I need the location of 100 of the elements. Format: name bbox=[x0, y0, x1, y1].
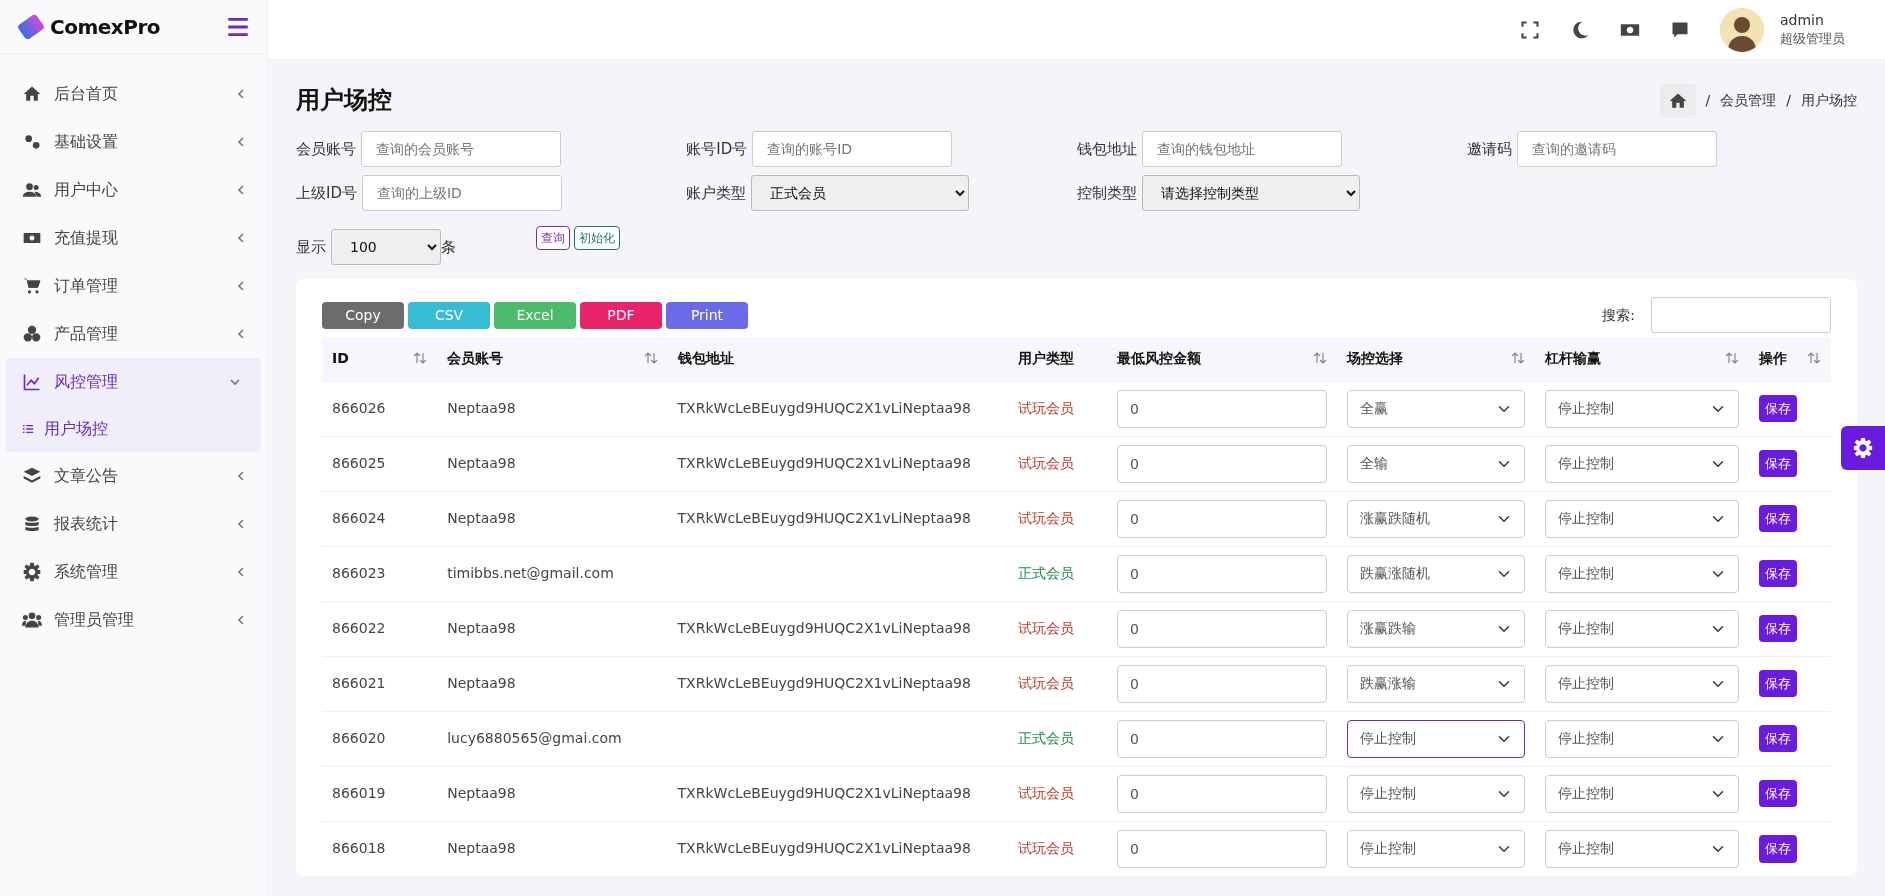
scene-select[interactable]: 涨赢跌随机 bbox=[1347, 499, 1525, 538]
leverage-select[interactable]: 停止控制 bbox=[1544, 444, 1739, 483]
chevron-left-icon bbox=[235, 614, 247, 626]
sidebar-item[interactable]: 基础设置 bbox=[0, 118, 267, 166]
moon-icon bbox=[1570, 20, 1590, 40]
save-button[interactable]: 保存 bbox=[1758, 614, 1797, 643]
save-button[interactable]: 保存 bbox=[1758, 559, 1797, 588]
column-header[interactable]: 最低风控金额 bbox=[1116, 350, 1201, 367]
sidebar-item[interactable]: 报表统计 bbox=[0, 500, 267, 548]
scene-select[interactable]: 全赢 bbox=[1347, 389, 1525, 428]
account-cell: Neptaa98 bbox=[447, 510, 516, 526]
column-header[interactable]: 会员账号 bbox=[447, 350, 504, 367]
reset-button[interactable]: 初始化 bbox=[574, 226, 620, 250]
amount-input[interactable]: 0 bbox=[1116, 389, 1328, 428]
leverage-select[interactable]: 停止控制 bbox=[1544, 499, 1739, 538]
export-button[interactable]: Print bbox=[666, 301, 748, 329]
list-icon bbox=[22, 423, 34, 435]
query-button[interactable]: 查询 bbox=[536, 226, 570, 250]
brand-name: ComexPro bbox=[50, 13, 160, 41]
chat-icon bbox=[1670, 20, 1690, 40]
filter-label: 账户类型 bbox=[686, 182, 747, 204]
account-cell: Neptaa98 bbox=[447, 785, 516, 801]
leverage-select[interactable]: 停止控制 bbox=[1544, 554, 1739, 593]
leverage-select[interactable]: 停止控制 bbox=[1544, 829, 1739, 868]
sidebar-item[interactable]: 产品管理 bbox=[0, 310, 267, 358]
save-button[interactable]: 保存 bbox=[1758, 724, 1797, 753]
amount-input[interactable]: 0 bbox=[1116, 444, 1328, 483]
wallet-cell: TXRkWcLeBEuygd9HUQC2X1vLiNeptaa98 bbox=[677, 785, 971, 801]
scene-select[interactable]: 停止控制 bbox=[1347, 774, 1525, 813]
amount-input[interactable]: 0 bbox=[1116, 554, 1328, 593]
save-button[interactable]: 保存 bbox=[1758, 779, 1797, 808]
column-header[interactable]: 操作 bbox=[1758, 350, 1787, 367]
sidebar-item[interactable]: 文章公告 bbox=[0, 452, 267, 500]
sidebar-item[interactable]: 充值提现 bbox=[0, 214, 267, 262]
column-header[interactable]: 杠杆输赢 bbox=[1544, 350, 1601, 367]
home-link[interactable] bbox=[1659, 84, 1696, 117]
users-icon bbox=[22, 180, 42, 200]
search-label: 搜索: bbox=[1602, 305, 1635, 325]
chevron-left-icon bbox=[235, 184, 247, 196]
leverage-select[interactable]: 停止控制 bbox=[1544, 774, 1739, 813]
sidebar-item[interactable]: 用户中心 bbox=[0, 166, 267, 214]
leverage-select[interactable]: 停止控制 bbox=[1544, 609, 1739, 648]
amount-input[interactable]: 0 bbox=[1116, 774, 1328, 813]
save-button[interactable]: 保存 bbox=[1758, 394, 1797, 423]
leverage-select[interactable]: 停止控制 bbox=[1544, 389, 1739, 428]
sidebar-subitem[interactable]: 用户场控 bbox=[6, 406, 261, 452]
sidebar-item[interactable]: 管理员管理 bbox=[0, 596, 267, 644]
column-header[interactable]: ID bbox=[332, 350, 349, 367]
export-button[interactable]: Copy bbox=[322, 301, 404, 329]
filter-input[interactable]: 查询的邀请码 bbox=[1516, 131, 1717, 167]
scene-select[interactable]: 停止控制 bbox=[1347, 719, 1525, 758]
filter-input[interactable]: 查询的上级ID bbox=[362, 175, 562, 211]
filter-label: 邀请码 bbox=[1466, 138, 1512, 160]
wallet-cell: TXRkWcLeBEuygd9HUQC2X1vLiNeptaa98 bbox=[677, 675, 971, 691]
filter-input[interactable]: 查询的账号ID bbox=[752, 131, 953, 167]
amount-input[interactable]: 0 bbox=[1116, 499, 1328, 538]
account-cell: Neptaa98 bbox=[447, 675, 516, 691]
sidebar-item[interactable]: 订单管理 bbox=[0, 262, 267, 310]
amount-input[interactable]: 0 bbox=[1116, 609, 1328, 648]
filter-input[interactable]: 查询的会员账号 bbox=[361, 131, 561, 167]
sidebar-item[interactable]: 风控管理 bbox=[6, 358, 261, 406]
chevron-left-icon bbox=[235, 518, 247, 530]
scene-select[interactable]: 停止控制 bbox=[1347, 829, 1525, 868]
sidebar-item[interactable]: 系统管理 bbox=[0, 548, 267, 596]
chevron-left-icon bbox=[235, 280, 247, 292]
scene-select[interactable]: 全输 bbox=[1347, 444, 1525, 483]
settings-button[interactable] bbox=[1841, 426, 1885, 470]
save-button[interactable]: 保存 bbox=[1758, 669, 1797, 698]
id-cell: 866026 bbox=[332, 400, 386, 416]
scene-select[interactable]: 跌赢涨随机 bbox=[1347, 554, 1525, 593]
export-button[interactable]: PDF bbox=[580, 301, 662, 329]
chevron-left-icon bbox=[235, 328, 247, 340]
filter-input[interactable]: 查询的钱包地址 bbox=[1141, 131, 1342, 167]
save-button[interactable]: 保存 bbox=[1758, 449, 1797, 478]
scene-select[interactable]: 涨赢跌输 bbox=[1347, 609, 1525, 648]
id-cell: 866020 bbox=[332, 730, 386, 746]
wallet-cell: TXRkWcLeBEuygd9HUQC2X1vLiNeptaa98 bbox=[677, 510, 971, 526]
scene-select[interactable]: 跌赢涨输 bbox=[1347, 664, 1525, 703]
id-cell: 866018 bbox=[332, 840, 386, 857]
page-size-select[interactable]: 100 bbox=[331, 229, 441, 265]
column-header: 用户类型 bbox=[1018, 350, 1075, 367]
filter-select[interactable]: 请选择控制类型 bbox=[1141, 175, 1360, 211]
search-field[interactable] bbox=[1651, 297, 1831, 333]
save-button[interactable]: 保存 bbox=[1758, 504, 1797, 533]
column-header[interactable]: 场控选择 bbox=[1347, 350, 1404, 367]
user-type-cell: 试玩会员 bbox=[1018, 455, 1075, 471]
filter-label: 控制类型 bbox=[1076, 182, 1137, 204]
leverage-select[interactable]: 停止控制 bbox=[1544, 719, 1739, 758]
leverage-select[interactable]: 停止控制 bbox=[1544, 664, 1739, 703]
sidebar-item[interactable]: 后台首页 bbox=[0, 70, 267, 118]
id-cell: 866022 bbox=[332, 620, 386, 636]
breadcrumb-item[interactable]: 会员管理 bbox=[1720, 90, 1777, 111]
account-cell: Neptaa98 bbox=[447, 620, 516, 636]
amount-input[interactable]: 0 bbox=[1116, 719, 1328, 758]
amount-input[interactable]: 0 bbox=[1116, 664, 1328, 703]
account-cell: Neptaa98 bbox=[447, 840, 516, 857]
amount-input[interactable]: 0 bbox=[1116, 829, 1328, 868]
save-button[interactable]: 保存 bbox=[1758, 835, 1797, 863]
page-title: 用户场控 bbox=[296, 86, 392, 115]
filter-select[interactable]: 正式会员 bbox=[751, 175, 970, 211]
